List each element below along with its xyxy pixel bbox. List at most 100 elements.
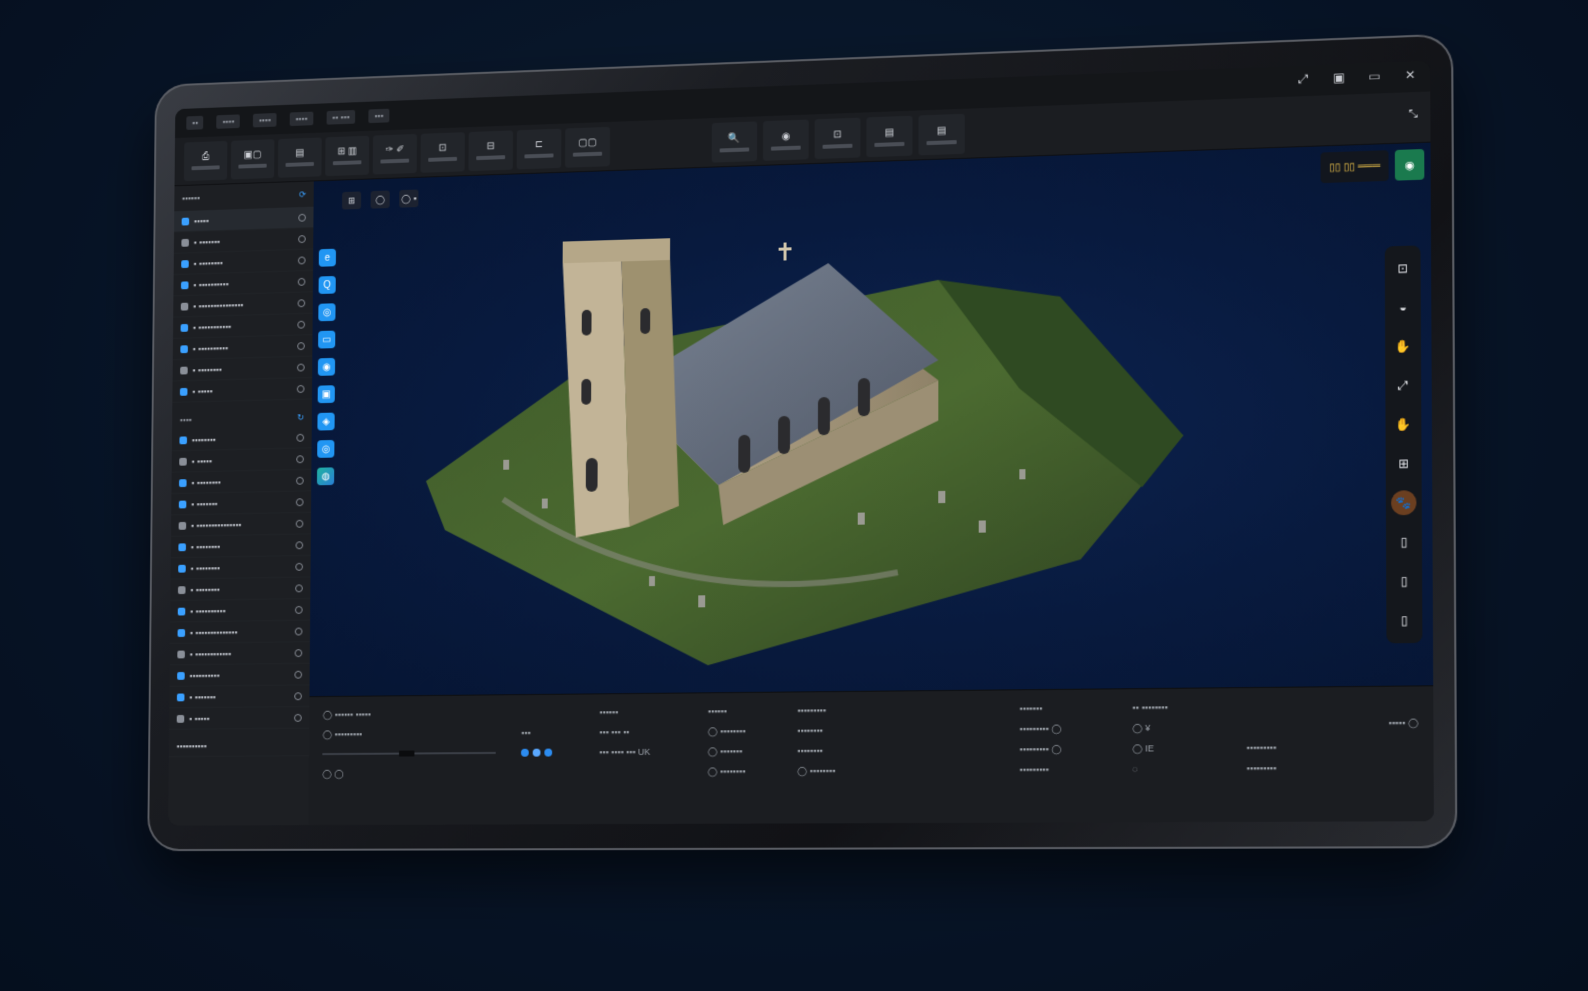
toolbar-tool-button[interactable]: ▤ bbox=[918, 113, 965, 156]
visibility-toggle-icon[interactable] bbox=[295, 540, 304, 549]
menu-item[interactable]: ▪▪ ▪▪▪ bbox=[326, 110, 356, 125]
toolbar-tool-button[interactable]: ⎙ bbox=[183, 140, 228, 181]
property-field[interactable]: ◯ ▪▪▪▪▪▪▪▪ bbox=[797, 760, 908, 781]
visibility-toggle-icon[interactable] bbox=[294, 648, 303, 657]
visibility-toggle-icon[interactable] bbox=[295, 562, 304, 571]
navigation-tool-button[interactable]: ▯ bbox=[1391, 569, 1416, 594]
property-field[interactable]: ◯ ▪▪▪▪▪▪▪▪ bbox=[707, 761, 787, 782]
minimize-icon[interactable]: ▭ bbox=[1365, 67, 1384, 86]
layer-tool-button[interactable]: e bbox=[318, 248, 336, 267]
tree-item[interactable]: ▪▪▪▪▪▪▪▪▪▪ bbox=[169, 663, 310, 687]
layer-tool-button[interactable]: ◉ bbox=[317, 357, 336, 376]
grid-view-icon[interactable]: ⊞ bbox=[342, 191, 362, 210]
navigation-tool-button[interactable]: ⊞ bbox=[1391, 451, 1416, 476]
slider-knob[interactable] bbox=[399, 750, 415, 757]
menu-item[interactable]: ▪▪▪▪ bbox=[253, 113, 277, 128]
property-field[interactable]: ▪▪▪▪▪▪ bbox=[708, 701, 788, 722]
search-tool-button[interactable]: 🔍 bbox=[711, 121, 758, 163]
church-model[interactable] bbox=[386, 181, 1205, 699]
visibility-toggle-icon[interactable] bbox=[295, 497, 304, 506]
tree-item[interactable]: ▪ ▪▪▪▪▪ bbox=[171, 448, 312, 473]
measurement-readout[interactable]: ▯▯ ▯▯ ═══ bbox=[1320, 150, 1389, 184]
tree-item[interactable]: ▪▪▪▪▪▪▪▪ bbox=[171, 426, 312, 452]
tree-item[interactable]: ▪ ▪▪▪▪▪▪▪ bbox=[171, 491, 312, 516]
visibility-toggle-icon[interactable] bbox=[297, 298, 306, 307]
visibility-toggle-icon[interactable] bbox=[294, 670, 303, 679]
visibility-toggle-icon[interactable] bbox=[295, 583, 303, 592]
resize-icon[interactable]: ⤢ bbox=[1294, 69, 1313, 88]
layer-tool-button[interactable]: Q bbox=[318, 275, 336, 295]
col1-row[interactable]: ◯ ◯ bbox=[322, 763, 515, 784]
toolbar-tool-button[interactable]: ◉ bbox=[763, 119, 809, 161]
visibility-toggle-icon[interactable] bbox=[294, 605, 303, 614]
sync-icon[interactable]: ↻ bbox=[297, 412, 304, 423]
property-field[interactable]: ▪▪▪▪▪▪▪▪▪ bbox=[1019, 759, 1122, 780]
property-field[interactable]: ▪▪▪ ▪▪▪▪ ▪▪▪ UK bbox=[599, 742, 698, 763]
toolbar-tool-button[interactable]: ▣▢ bbox=[230, 138, 275, 179]
navigation-tool-button[interactable]: ◒ bbox=[1390, 295, 1415, 320]
tree-item[interactable]: ▪ ▪▪▪▪▪▪▪▪ bbox=[170, 555, 311, 580]
layer-tool-button[interactable]: ▣ bbox=[317, 385, 335, 404]
fullscreen-icon[interactable]: ⤡ bbox=[1408, 108, 1417, 122]
tree-item[interactable]: ▪ ▪▪▪▪▪▪▪▪ bbox=[170, 534, 311, 559]
layer-tool-button[interactable]: ◈ bbox=[317, 412, 335, 431]
property-field[interactable]: ▪▪▪▪▪▪ bbox=[599, 701, 698, 722]
property-field[interactable]: ◯ ¥ bbox=[1132, 717, 1236, 738]
visibility-toggle-icon[interactable] bbox=[298, 213, 306, 222]
toolbar-tool-button[interactable]: ⊏ bbox=[516, 128, 562, 169]
menu-item[interactable]: ▪▪ bbox=[186, 115, 204, 130]
3d-viewport[interactable]: ⊞ ◯ ◯ ▪ ▯▯ ▯▯ ═══ ◉ ⊡ ◒ ✋ ⤢ ✋ ⊞ 🐾 ▯ ▯ ▯ bbox=[309, 142, 1434, 699]
visibility-toggle-icon[interactable] bbox=[297, 277, 306, 286]
layout-icon[interactable]: ▣ bbox=[1330, 68, 1349, 87]
visibility-toggle-icon[interactable] bbox=[295, 519, 304, 528]
tree-item[interactable]: ▪ ▪▪▪▪▪▪▪▪ bbox=[171, 469, 312, 495]
tree-item[interactable]: ▪ ▪▪▪▪▪▪▪▪ bbox=[170, 577, 311, 602]
layer-tool-button[interactable]: ◎ bbox=[317, 439, 335, 458]
visibility-toggle-icon[interactable] bbox=[294, 713, 302, 722]
toolbar-tool-button[interactable]: ⊟ bbox=[468, 129, 514, 171]
navigation-tool-button[interactable]: ⤢ bbox=[1391, 373, 1416, 398]
tree-item[interactable]: ▪ ▪▪▪▪▪ bbox=[172, 377, 313, 403]
visibility-toggle-icon[interactable] bbox=[297, 363, 305, 372]
toolbar-tool-button[interactable]: ⊡ bbox=[814, 117, 861, 160]
property-field[interactable]: ▪▪▪▪▪▪▪▪▪ ◯ bbox=[1019, 718, 1122, 739]
properties-right-header[interactable]: ▪▪▪▪▪ ◯ bbox=[1388, 718, 1418, 730]
navigation-tool-button[interactable]: ⊡ bbox=[1390, 256, 1415, 281]
property-field[interactable]: ▪▪▪▪▪▪▪▪▪ ◯ bbox=[1019, 738, 1122, 759]
col1-row[interactable]: ◯ ▪▪▪▪▪▪▪▪▪ bbox=[322, 723, 515, 744]
tree-item[interactable]: ▪ ▪▪▪▪▪▪▪▪▪▪▪▪ bbox=[169, 642, 310, 666]
navigation-tool-button[interactable]: ▯ bbox=[1392, 608, 1417, 633]
layer-tool-button[interactable]: ◎ bbox=[318, 303, 336, 322]
visibility-toggle-icon[interactable] bbox=[296, 433, 305, 442]
toolbar-tool-button[interactable]: ▤ bbox=[866, 115, 913, 158]
visibility-toggle-icon[interactable] bbox=[294, 627, 303, 635]
layer-tool-button[interactable]: ◍ bbox=[316, 467, 335, 486]
property-field[interactable]: ▪▪▪▪▪▪▪▪ bbox=[797, 720, 908, 741]
navigation-tool-button[interactable]: ▯ bbox=[1391, 529, 1416, 554]
toolbar-tool-button[interactable]: ▤ bbox=[277, 136, 322, 178]
visibility-toggle-icon[interactable] bbox=[297, 320, 306, 329]
menu-item[interactable]: ▪▪▪ bbox=[368, 108, 390, 124]
property-field[interactable]: ▪▪▪▪▪▪▪▪▪ bbox=[1246, 737, 1351, 758]
camera-icon[interactable]: ◯ ▪ bbox=[399, 189, 419, 208]
tree-item[interactable]: ▪ ▪▪▪▪▪▪▪ bbox=[169, 685, 310, 709]
property-field[interactable]: ▪▪▪▪▪▪▪▪▪ bbox=[1246, 757, 1351, 778]
navigation-tool-button[interactable]: 🐾 bbox=[1391, 490, 1417, 516]
toolbar-tool-button[interactable]: ⊡ bbox=[420, 131, 465, 173]
opacity-slider[interactable] bbox=[322, 750, 496, 757]
visibility-toggle-icon[interactable] bbox=[298, 234, 306, 243]
property-field[interactable]: ◯ ▪▪▪▪▪▪▪▪ bbox=[708, 721, 788, 742]
navigation-tool-button[interactable]: ✋ bbox=[1391, 412, 1416, 437]
close-icon[interactable]: ✕ bbox=[1401, 65, 1420, 84]
visibility-toggle-icon[interactable] bbox=[294, 691, 302, 700]
menu-item[interactable]: ▪▪▪▪ bbox=[216, 114, 240, 129]
visibility-toggle-icon[interactable] bbox=[297, 341, 305, 350]
visibility-toggle-icon[interactable] bbox=[296, 476, 304, 485]
property-field[interactable]: ◌ bbox=[1132, 758, 1236, 779]
visibility-toggle-icon[interactable] bbox=[297, 255, 306, 264]
visibility-toggle-icon[interactable] bbox=[296, 454, 304, 463]
property-field[interactable]: ◯ IE bbox=[1132, 738, 1236, 759]
navigation-tool-button[interactable]: ✋ bbox=[1390, 334, 1415, 359]
tree-item[interactable]: ▪ ▪▪▪▪▪▪▪▪▪▪ bbox=[170, 599, 311, 623]
property-field[interactable]: ▪▪▪▪▪▪▪▪ bbox=[797, 740, 908, 761]
